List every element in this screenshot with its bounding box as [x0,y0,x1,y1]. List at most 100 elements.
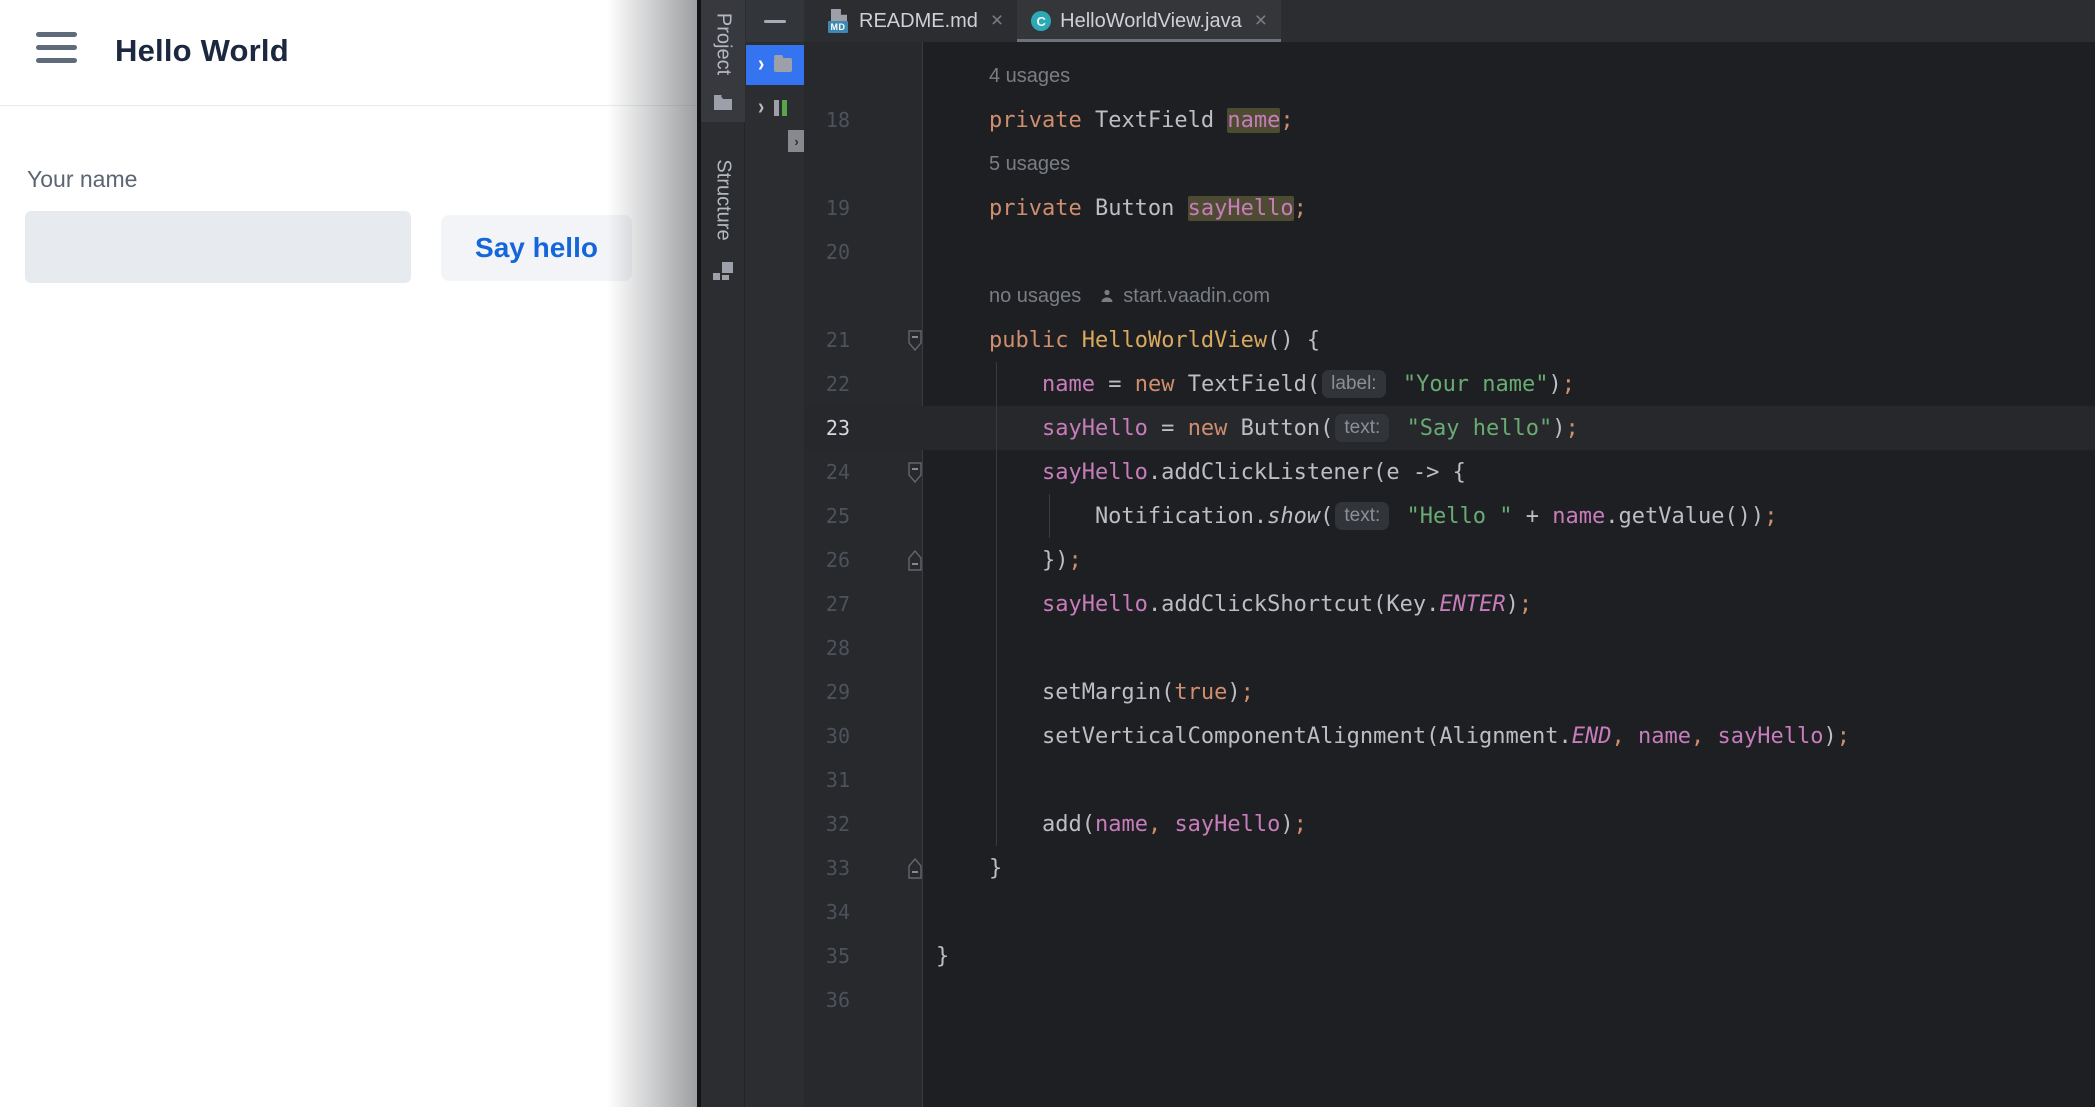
hamburger-menu-icon[interactable] [36,32,77,70]
code-line[interactable]: 18 private TextField name; [804,98,2095,142]
line-number[interactable]: 27 [804,592,850,616]
gutter-cell [850,142,922,186]
line-number[interactable]: 24 [804,460,850,484]
parameter-hint[interactable]: text: [1335,502,1389,530]
tree-row-selected[interactable]: › [746,45,804,85]
code-line[interactable]: 30 setVerticalComponentAlignment(Alignme… [804,714,2095,758]
code-line[interactable]: 25 Notification.show(text: "Hello " + na… [804,494,2095,538]
code-line[interactable]: 26 }); [804,538,2095,582]
stripe-button-project[interactable]: Project [701,0,745,122]
stripe-button-structure[interactable]: Structure [701,144,745,294]
code-line[interactable]: 36 [804,978,2095,1022]
code-token: sayHello [1188,196,1294,221]
code-line[interactable]: 33 } [804,846,2095,890]
code-text: no usages start.vaadin.com [922,274,1270,318]
code-text: name = new TextField(label: "Your name")… [922,362,1575,406]
usages-inlay-text[interactable]: start.vaadin.com [1123,285,1270,308]
close-tab-icon[interactable]: × [1251,9,1267,33]
code-token: ; [1519,592,1532,617]
line-number[interactable]: 32 [804,812,850,836]
app-header: Hello World [0,0,697,106]
line-number[interactable]: 34 [804,900,850,924]
code-token: ) [1549,372,1562,397]
name-input[interactable] [25,211,411,283]
line-number[interactable]: 30 [804,724,850,748]
hide-toolwindow-icon[interactable] [764,20,786,23]
editor-rows: 4 usages 18 private TextField name; 5 usag… [804,54,2095,1022]
tab-helloworldview-java[interactable]: C HelloWorldView.java × [1017,0,1281,42]
line-number[interactable]: 22 [804,372,850,396]
usages-inlay-text[interactable]: 5 usages [989,153,1070,176]
gutter-cell [850,230,922,274]
gutter-cell [850,802,922,846]
inlay-hint-row[interactable]: no usages start.vaadin.com [804,274,2095,318]
code-token: sayHello [1042,460,1148,485]
code-token: add( [936,812,1095,837]
code-token: } [936,944,949,969]
line-number[interactable]: 26 [804,548,850,572]
chevron-right-icon[interactable]: › [758,95,764,121]
code-line[interactable]: 28 [804,626,2095,670]
code-line[interactable]: 27 sayHello.addClickShortcut(Key.ENTER); [804,582,2095,626]
code-text: 5 usages [922,142,1070,186]
chevron-right-icon[interactable]: › [758,52,764,78]
code-line[interactable]: 22 name = new TextField(label: "Your nam… [804,362,2095,406]
code-line[interactable]: 19 private Button sayHello; [804,186,2095,230]
usages-inlay-text[interactable]: 4 usages [989,65,1070,88]
code-token: setVerticalComponentAlignment(Alignment. [936,724,1572,749]
code-line[interactable]: 32 add(name, sayHello); [804,802,2095,846]
parameter-hint[interactable]: label: [1322,370,1385,398]
line-number[interactable]: 18 [804,108,850,132]
code-token: TextField [1082,108,1228,133]
fold-up-icon[interactable] [907,550,923,576]
code-line[interactable]: 20 [804,230,2095,274]
code-line[interactable]: 23 sayHello = new Button(text: "Say hell… [804,406,2095,450]
gutter-cell [850,494,922,538]
line-number[interactable]: 20 [804,240,850,264]
inlay-hint-row[interactable]: 5 usages [804,142,2095,186]
code-line[interactable]: 31 [804,758,2095,802]
line-number[interactable]: 35 [804,944,850,968]
line-number[interactable]: 25 [804,504,850,528]
line-number[interactable]: 23 [804,416,850,440]
code-token [1393,416,1406,441]
indent-guide [996,362,997,846]
tree-scroll-chevron-icon[interactable]: › [788,130,805,152]
code-token: ; [1562,372,1575,397]
usages-inlay-text[interactable]: no usages [989,285,1081,308]
module-icon [774,100,787,116]
code-line[interactable]: 29 setMargin(true); [804,670,2095,714]
code-token: sayHello [1174,812,1280,837]
line-number[interactable]: 33 [804,856,850,880]
code-token: new [1135,372,1175,397]
code-token: "Say hello" [1407,416,1553,441]
code-text: add(name, sayHello); [922,802,1307,846]
close-tab-icon[interactable]: × [987,9,1003,33]
fold-up-icon[interactable] [907,858,923,884]
inlay-hint-row[interactable]: 4 usages [804,54,2095,98]
code-editor[interactable]: 4 usages 18 private TextField name; 5 usag… [804,42,2095,1107]
ide-window: Project Structure › [701,0,2095,1107]
line-number[interactable]: 19 [804,196,850,220]
code-token: .addClickShortcut(Key. [1148,592,1439,617]
line-number[interactable]: 28 [804,636,850,660]
fold-down-icon[interactable] [907,330,923,356]
code-text: sayHello.addClickShortcut(Key.ENTER); [922,582,1532,626]
code-line[interactable]: 24 sayHello.addClickListener(e -> { [804,450,2095,494]
say-hello-button[interactable]: Say hello [441,215,632,281]
code-text [922,230,936,274]
code-line[interactable]: 21 public HelloWorldView() { [804,318,2095,362]
line-number[interactable]: 29 [804,680,850,704]
code-token: .addClickListener(e -> { [1148,460,1466,485]
line-number[interactable]: 36 [804,988,850,1012]
tree-row[interactable]: › [746,88,804,128]
code-line[interactable]: 35} [804,934,2095,978]
code-token: private [989,196,1082,221]
line-number[interactable]: 31 [804,768,850,792]
parameter-hint[interactable]: text: [1335,414,1389,442]
gutter-cell [850,758,922,802]
fold-down-icon[interactable] [907,462,923,488]
code-line[interactable]: 34 [804,890,2095,934]
line-number[interactable]: 21 [804,328,850,352]
tab-readme-md[interactable]: MD README.md × [814,0,1017,42]
